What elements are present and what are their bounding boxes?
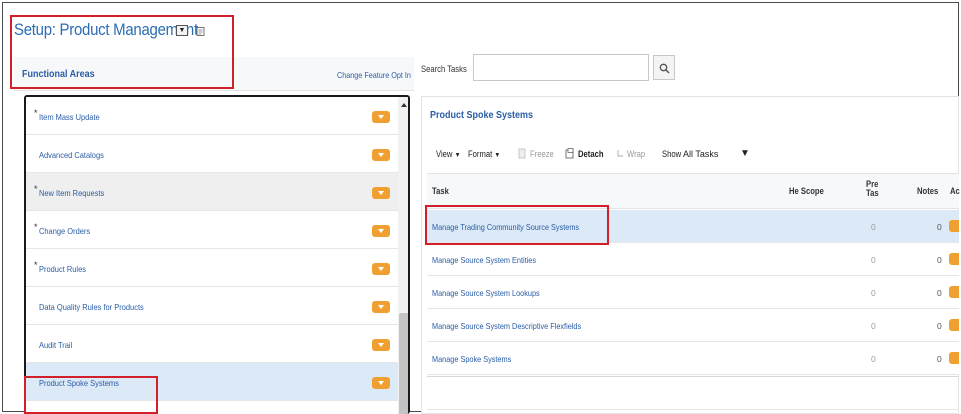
detach-button[interactable]: Detach (578, 149, 604, 159)
scroll-thumb[interactable] (399, 313, 408, 414)
scroll-up-arrow-icon[interactable] (401, 103, 407, 107)
dropdown-badge-icon[interactable] (372, 263, 390, 275)
table-row[interactable]: Manage Source System Descriptive Flexfie… (427, 309, 959, 342)
wrap-icon (617, 150, 623, 157)
view-menu[interactable]: View ▼ (436, 149, 460, 159)
freeze-icon (518, 148, 526, 159)
functional-area-label: Product Rules (39, 264, 86, 274)
column-header-task[interactable]: Task (432, 187, 449, 196)
list-item[interactable]: * Item Mass Update (26, 97, 398, 135)
format-menu[interactable]: Format ▼ (468, 149, 500, 159)
prerequisite-count: 0 (871, 354, 876, 364)
required-marker: * (34, 184, 38, 194)
required-marker: * (34, 222, 38, 232)
column-header-actions[interactable]: Ac (950, 187, 960, 196)
task-link[interactable]: Manage Source System Lookups (432, 288, 540, 298)
notes-count: 0 (937, 222, 942, 232)
magnifier-icon (659, 63, 670, 74)
list-item[interactable]: Data Quality Rules for Products (26, 287, 398, 325)
highlight-box-title (10, 15, 234, 89)
functional-areas-list: * Item Mass Update Advanced Catalogs * N… (24, 95, 410, 414)
table-row[interactable]: Manage Spoke Systems 0 0 (427, 342, 959, 375)
functional-area-label: New Item Requests (39, 188, 105, 198)
list-item[interactable]: * Change Orders (26, 211, 398, 249)
dropdown-badge-icon[interactable] (372, 111, 390, 123)
list-item[interactable]: Audit Trail (26, 325, 398, 363)
functional-area-label: Advanced Catalogs (39, 150, 104, 160)
table-divider (427, 409, 959, 410)
freeze-button[interactable]: Freeze (530, 149, 554, 159)
table-divider (427, 376, 959, 377)
required-marker: * (34, 260, 38, 270)
functional-area-label: Data Quality Rules for Products (39, 302, 144, 312)
tasks-table-header (427, 173, 959, 209)
actions-menu-icon[interactable] (949, 220, 959, 232)
prerequisite-count: 0 (871, 222, 876, 232)
detach-icon (565, 148, 574, 159)
dropdown-badge-icon[interactable] (372, 187, 390, 199)
highlight-box-task (425, 205, 609, 245)
column-header-scope[interactable]: He Scope (789, 187, 824, 196)
search-tasks-label: Search Tasks (421, 64, 467, 74)
tasks-panel-title: Product Spoke Systems (430, 110, 534, 121)
dropdown-badge-icon[interactable] (372, 149, 390, 161)
table-row[interactable]: Manage Source System Entities 0 0 (427, 243, 959, 276)
actions-menu-icon[interactable] (949, 253, 959, 265)
change-feature-opt-in-link[interactable]: Change Feature Opt In (337, 70, 411, 80)
actions-menu-icon[interactable] (949, 286, 959, 298)
chevron-down-icon[interactable]: ▼ (740, 148, 750, 159)
notes-count: 0 (937, 321, 942, 331)
table-row[interactable]: Manage Source System Lookups 0 0 (427, 276, 959, 309)
prerequisite-count: 0 (871, 288, 876, 298)
dropdown-badge-icon[interactable] (372, 301, 390, 313)
actions-menu-icon[interactable] (949, 352, 959, 364)
list-scrollbar[interactable] (398, 97, 408, 414)
list-item[interactable]: Advanced Catalogs (26, 135, 398, 173)
functional-area-label: Item Mass Update (39, 112, 100, 122)
prerequisite-count: 0 (871, 255, 876, 265)
search-button[interactable] (653, 55, 675, 80)
functional-area-label: Audit Trail (39, 340, 73, 350)
column-header-prerequisite[interactable]: Pre Tas (866, 180, 879, 198)
task-link[interactable]: Manage Source System Entities (432, 255, 536, 265)
prerequisite-count: 0 (871, 321, 876, 331)
dropdown-badge-icon[interactable] (372, 377, 390, 389)
task-link[interactable]: Manage Spoke Systems (432, 354, 511, 364)
required-marker: * (34, 108, 38, 118)
functional-area-label: Change Orders (39, 226, 91, 236)
show-label: Show (662, 149, 682, 159)
column-header-notes[interactable]: Notes (917, 187, 938, 196)
column-header-pre-line2: Tas (866, 188, 879, 198)
actions-menu-icon[interactable] (949, 319, 959, 331)
list-item[interactable]: * Product Rules (26, 249, 398, 287)
dropdown-badge-icon[interactable] (372, 339, 390, 351)
search-tasks-input[interactable] (473, 54, 649, 81)
task-link[interactable]: Manage Source System Descriptive Flexfie… (432, 321, 581, 331)
wrap-button[interactable]: Wrap (627, 149, 645, 159)
dropdown-badge-icon[interactable] (372, 225, 390, 237)
highlight-box-functional-area (24, 376, 158, 414)
notes-count: 0 (937, 354, 942, 364)
list-item[interactable]: * New Item Requests (26, 173, 398, 211)
notes-count: 0 (937, 288, 942, 298)
notes-count: 0 (937, 255, 942, 265)
